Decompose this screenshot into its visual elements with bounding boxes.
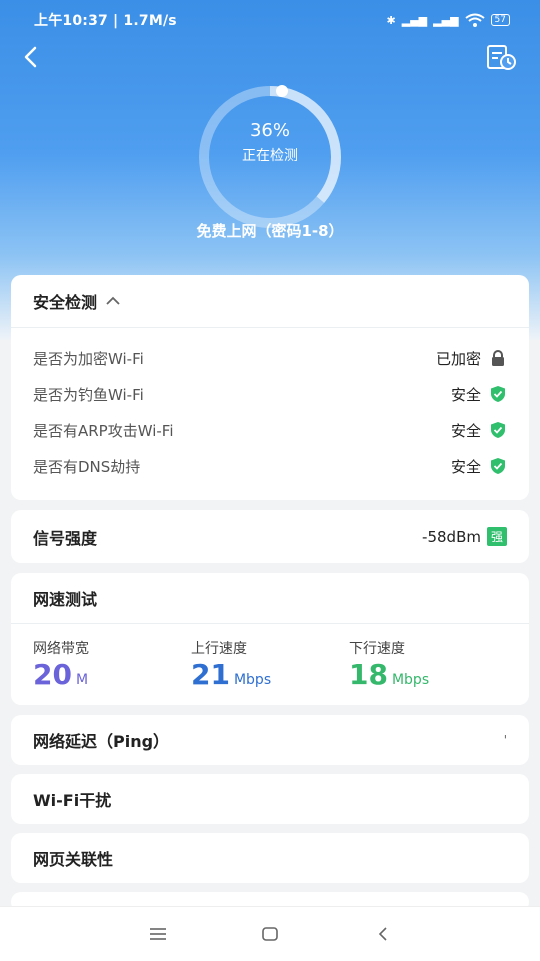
upload-label: 上行速度	[191, 641, 247, 657]
security-item-value: 安全	[450, 457, 481, 476]
progress-text: 36% 正在检测	[195, 120, 345, 165]
ping-title: 网络延迟（Ping）	[33, 732, 170, 751]
history-icon[interactable]	[486, 44, 518, 72]
speed-upload: 上行速度 21 Mbps	[191, 638, 349, 691]
signal-badge: 强	[486, 527, 507, 546]
loading-dot-icon: '	[503, 733, 507, 747]
chevron-up-icon[interactable]	[105, 296, 121, 306]
status-icons: ✱ ▂▄▆ ▂▄▆ 57	[387, 13, 510, 27]
divider	[11, 327, 529, 328]
download-label: 下行速度	[349, 641, 405, 657]
lock-icon	[492, 350, 504, 366]
menu-icon[interactable]	[149, 926, 167, 942]
security-header[interactable]: 安全检测	[11, 275, 529, 327]
interference-title: Wi-Fi干扰	[33, 791, 112, 810]
signal-icon-2: ▂▄▆	[433, 13, 459, 27]
back-nav-icon[interactable]	[376, 926, 390, 942]
system-nav-bar	[0, 906, 540, 961]
security-item-phishing: 是否为钓鱼Wi-Fi 安全	[11, 376, 529, 412]
download-unit: Mbps	[391, 672, 430, 688]
bandwidth-value: 20	[33, 658, 72, 691]
home-icon[interactable]	[261, 926, 279, 942]
security-item-label: 是否有ARP攻击Wi-Fi	[33, 421, 174, 440]
status-bar: 上午10:37 | 1.7M/s ✱ ▂▄▆ ▂▄▆ 57	[34, 10, 510, 30]
signal-icon: ▂▄▆	[401, 13, 428, 27]
speed-title: 网速测试	[33, 590, 98, 609]
signal-value: -58dBm	[422, 527, 481, 546]
security-item-dns: 是否有DNS劫持 安全	[11, 448, 529, 484]
shield-check-icon	[491, 422, 505, 438]
bluetooth-icon: ✱	[386, 13, 396, 27]
signal-card[interactable]: 信号强度 -58dBm 强	[11, 510, 529, 563]
speed-card: 网速测试 网络带宽 20 M 上行速度 21 Mbps 下行速度 18 Mbps	[11, 573, 529, 705]
shield-check-icon	[491, 458, 505, 474]
wifi-icon	[464, 13, 485, 27]
status-time: 上午10:37 | 1.7M/s	[34, 13, 177, 29]
security-item-label: 是否为钓鱼Wi-Fi	[33, 385, 144, 404]
shield-check-icon	[491, 386, 505, 402]
speed-download: 下行速度 18 Mbps	[349, 638, 507, 691]
security-item-value: 已加密	[435, 349, 481, 368]
security-title: 安全检测	[33, 293, 98, 312]
web-connectivity-card[interactable]: 网页关联性	[11, 833, 529, 883]
connectivity-title: 网页关联性	[33, 850, 114, 869]
back-button[interactable]	[18, 44, 44, 70]
progress-percent: 36%	[249, 120, 290, 141]
security-item-value: 安全	[450, 421, 481, 440]
progress-state: 正在检测	[242, 148, 298, 164]
speed-header: 网速测试	[11, 573, 529, 623]
wifi-ssid: 免费上网（密码1-8）	[196, 222, 344, 240]
security-item-label: 是否为加密Wi-Fi	[33, 349, 144, 368]
upload-unit: Mbps	[233, 672, 272, 688]
wifi-interference-card[interactable]: Wi-Fi干扰	[11, 774, 529, 824]
download-value: 18	[349, 658, 388, 691]
bandwidth-unit: M	[75, 672, 89, 688]
security-item-value: 安全	[450, 385, 481, 404]
battery-icon: 57	[490, 14, 510, 26]
ping-card[interactable]: 网络延迟（Ping） '	[11, 715, 529, 765]
security-item-arp: 是否有ARP攻击Wi-Fi 安全	[11, 412, 529, 448]
security-item-label: 是否有DNS劫持	[33, 457, 141, 476]
security-card: 安全检测 是否为加密Wi-Fi 已加密 是否为钓鱼Wi-Fi 安全 是否有ARP…	[11, 275, 529, 500]
upload-value: 21	[191, 658, 230, 691]
speed-metrics: 网络带宽 20 M 上行速度 21 Mbps 下行速度 18 Mbps	[11, 624, 529, 691]
signal-title: 信号强度	[33, 528, 98, 548]
speed-bandwidth: 网络带宽 20 M	[33, 638, 191, 691]
bandwidth-label: 网络带宽	[33, 641, 89, 657]
security-item-encryption: 是否为加密Wi-Fi 已加密	[11, 340, 529, 376]
